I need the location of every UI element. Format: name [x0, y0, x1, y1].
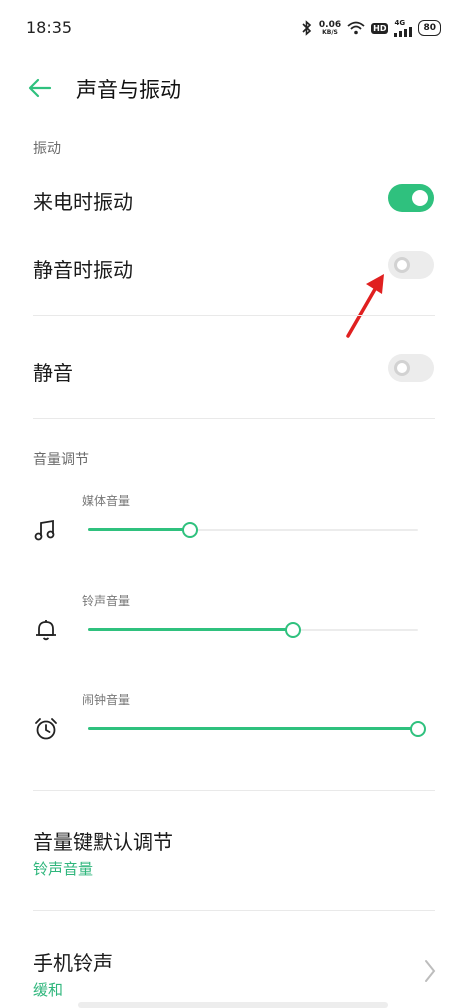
slider-thumb[interactable]	[285, 622, 301, 638]
slider-thumb[interactable]	[182, 522, 198, 538]
section-label-vibration: 振动	[33, 141, 61, 157]
sound-vibration-settings-screen: 18:35 0.06 KB/S HD 4G 80 声音与振动 振动 来电时振动 …	[0, 0, 465, 1008]
vibrate-on-ring-toggle[interactable]	[388, 184, 434, 212]
ringtone-label: 手机铃声	[33, 951, 113, 975]
divider	[33, 910, 435, 911]
bottom-gesture-bar	[78, 1002, 388, 1008]
toggle-knob	[394, 257, 410, 273]
section-label-volume: 音量调节	[33, 452, 89, 468]
music-note-icon	[33, 517, 59, 543]
vibrate-on-silent-toggle[interactable]	[388, 251, 434, 279]
mute-label: 静音	[33, 361, 73, 385]
toggle-knob	[412, 190, 428, 206]
network-speed-unit: KB/S	[322, 28, 338, 36]
divider	[33, 315, 435, 316]
wifi-icon	[347, 21, 365, 35]
slider-thumb[interactable]	[410, 721, 426, 737]
status-icons: 0.06 KB/S HD 4G 80	[301, 16, 441, 40]
alarm-clock-icon	[33, 716, 59, 742]
page-title: 声音与振动	[76, 78, 181, 102]
alarm-volume-slider[interactable]	[88, 721, 426, 737]
toggle-knob	[394, 360, 410, 376]
vibrate-on-silent-label: 静音时振动	[33, 258, 133, 282]
volume-key-default-label: 音量键默认调节	[33, 830, 173, 854]
vibrate-on-ring-label: 来电时振动	[33, 190, 133, 214]
alarm-volume-label: 闹钟音量	[82, 693, 131, 707]
back-button[interactable]	[26, 76, 54, 100]
ringtone-volume-slider[interactable]	[88, 622, 418, 638]
slider-fill	[88, 727, 418, 730]
media-volume-slider[interactable]	[88, 522, 418, 538]
chevron-right-icon	[425, 960, 436, 982]
signal-type: 4G	[394, 18, 406, 27]
arrow-left-icon	[28, 78, 52, 98]
bluetooth-icon	[301, 20, 313, 36]
battery-indicator: 80	[418, 20, 441, 36]
divider	[33, 418, 435, 419]
divider	[33, 790, 435, 791]
network-speed: 0.06 KB/S	[319, 20, 341, 36]
signal-icon: 4G	[394, 18, 413, 37]
header: 声音与振动	[0, 58, 465, 118]
hd-badge: HD	[371, 22, 389, 34]
status-bar: 18:35 0.06 KB/S HD 4G 80	[0, 0, 465, 58]
status-time: 18:35	[26, 18, 73, 37]
slider-fill	[88, 528, 190, 531]
ringtone-volume-label: 铃声音量	[82, 594, 131, 608]
media-volume-label: 媒体音量	[82, 494, 131, 508]
bell-icon	[33, 617, 59, 643]
red-annotation-arrow	[346, 274, 384, 338]
slider-fill	[88, 628, 293, 631]
mute-toggle[interactable]	[388, 354, 434, 382]
ringtone-value: 缓和	[33, 981, 64, 999]
volume-key-default-value: 铃声音量	[33, 860, 94, 878]
